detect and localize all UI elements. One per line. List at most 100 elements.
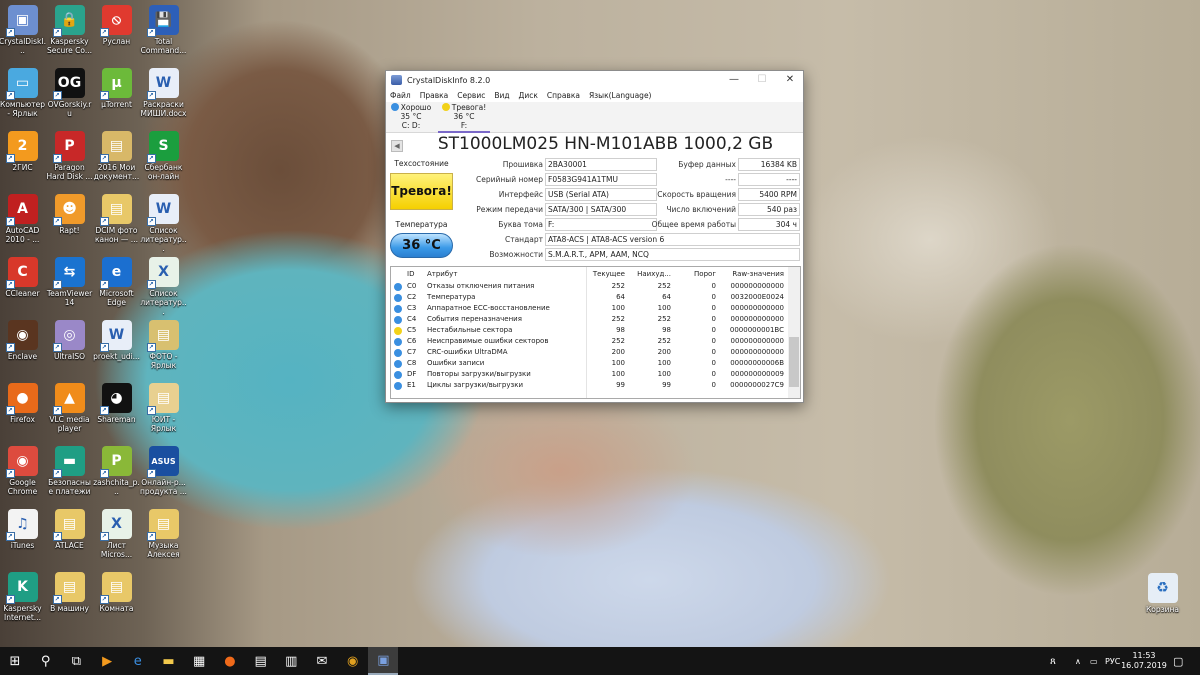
desktop-icon[interactable]: ▤ ↗ 2016 Мои документ... xyxy=(93,128,140,191)
desktop-icon[interactable]: 🔒 ↗ Kaspersky Secure Co... xyxy=(46,2,93,65)
table-row[interactable]: C8 Ошибки записи 100 100 0 00000000006B xyxy=(391,358,789,369)
desktop-icon[interactable]: ☻ ↗ Rapt! xyxy=(46,191,93,254)
desktop-icon[interactable]: ▣ ↗ CrystalDiskI... xyxy=(0,2,46,65)
menu-item[interactable]: Диск xyxy=(519,91,538,100)
desktop-icon[interactable]: K ↗ Kaspersky Internet... xyxy=(0,569,46,632)
menu-item[interactable]: Вид xyxy=(494,91,509,100)
menu-item[interactable]: Правка xyxy=(420,91,449,100)
table-row[interactable]: C5 Нестабильные сектора 98 98 0 0000000001BC xyxy=(391,325,789,336)
desktop-icon[interactable]: ◕ ↗ Shareman xyxy=(93,380,140,443)
scrollbar[interactable] xyxy=(788,267,800,398)
column-header[interactable]: Атрибут xyxy=(427,269,573,280)
desktop-icon[interactable]: µ ↗ µTorrent xyxy=(93,65,140,128)
taskbar-media-icon[interactable]: ▶ xyxy=(92,647,122,675)
desktop-icon[interactable]: e ↗ Microsoft Edge xyxy=(93,254,140,317)
temperature-badge: 36 °C xyxy=(390,233,453,258)
table-row[interactable]: C7 CRC-ошибки UltraDMA 200 200 0 000000000000 xyxy=(391,347,789,358)
column-header[interactable]: Порог xyxy=(675,269,716,280)
menu-item[interactable]: Справка xyxy=(547,91,580,100)
title-bar[interactable]: CrystalDiskInfo 8.2.0 — ☐ ✕ xyxy=(386,71,803,89)
desktop-icon[interactable]: 2 ↗ 2ГИС xyxy=(0,128,46,191)
desktop-icon[interactable]: ASUS ↗ Онлайн-р... продукта ... xyxy=(140,443,187,506)
table-row[interactable]: C6 Неисправимые ошибки секторов 252 252 0 000… xyxy=(391,336,789,347)
desktop-icon[interactable]: W ↗ Список литератур... xyxy=(140,191,187,254)
taskbar-mail-icon[interactable]: ✉ xyxy=(307,647,337,675)
desktop-icon[interactable]: X ↗ Список литератур... xyxy=(140,254,187,317)
desktop-icon[interactable]: OG ↗ OVGorskiy.ru xyxy=(46,65,93,128)
smart-attributes-table[interactable]: ID Атрибут Текущее Наихуд... Порог Raw-значен… xyxy=(390,266,801,399)
taskbar-explorer-icon[interactable]: ▬ xyxy=(154,647,184,675)
shortcut-arrow-icon: ↗ xyxy=(146,91,156,100)
desktop-icon[interactable]: ◎ ↗ UltraISO xyxy=(46,317,93,380)
desktop-icon[interactable]: P ↗ zashchita_p... xyxy=(93,443,140,506)
table-row[interactable]: C0 Отказы отключения питания 252 252 0 000000… xyxy=(391,281,789,292)
desktop-icon[interactable]: S ↗ Сбербанк он-лайн xyxy=(140,128,187,191)
desktop-icon[interactable]: A ↗ AutoCAD 2010 - ... xyxy=(0,191,46,254)
desktop-icon[interactable]: X ↗ Лист Micros... xyxy=(93,506,140,569)
desktop-icon[interactable]: ▬ ↗ Безопасные платежи xyxy=(46,443,93,506)
desktop-icon[interactable]: 💾 ↗ Total Command... xyxy=(140,2,187,65)
language-indicator[interactable]: РУС xyxy=(1105,647,1120,675)
table-cell: C3 xyxy=(407,304,417,312)
taskbar-start-icon[interactable]: ⊞ xyxy=(0,647,30,675)
desktop-icon[interactable]: ♫ ↗ iTunes xyxy=(0,506,46,569)
taskbar-chrome-icon[interactable]: ◉ xyxy=(338,647,368,675)
desktop-icon[interactable]: W ↗ Раскраски МИШИ.docx xyxy=(140,65,187,128)
maximize-button[interactable]: ☐ xyxy=(748,71,776,89)
clock[interactable]: 11:53 16.07.2019 xyxy=(1121,647,1167,675)
people-icon[interactable]: ጸ xyxy=(1050,647,1056,675)
table-cell: 000000000000 xyxy=(730,348,784,356)
taskbar-edge-icon[interactable]: e xyxy=(123,647,153,675)
column-header[interactable]: Текущее xyxy=(557,269,625,280)
column-header[interactable]: Raw-значения xyxy=(720,269,784,280)
network-icon[interactable]: ▭ xyxy=(1090,647,1098,675)
desktop-icon[interactable]: ▤ ↗ ФОТО - Ярлык xyxy=(140,317,187,380)
field-label: ---- xyxy=(725,175,736,184)
status-good-icon xyxy=(394,348,402,357)
notification-icon[interactable]: ▢ xyxy=(1173,647,1183,675)
desktop-icon[interactable]: ▤ ↗ Музыка Алексея xyxy=(140,506,187,569)
desktop-icon[interactable]: P ↗ Paragon Hard Disk ... xyxy=(46,128,93,191)
table-row[interactable]: E1 Циклы загрузки/выгрузки 99 99 0 0000000027… xyxy=(391,380,789,391)
table-row[interactable]: DF Повторы загрузки/выгрузки 100 100 0 000000… xyxy=(391,369,789,380)
chevron-up-icon[interactable]: ∧ xyxy=(1075,647,1081,675)
desktop-icon[interactable]: W ↗ proekt_udi... xyxy=(93,317,140,380)
desktop-icon-recycle-bin[interactable]: ♻ Корзина xyxy=(1139,570,1186,633)
desktop-icon[interactable]: ◉ ↗ Google Chrome xyxy=(0,443,46,506)
scrollbar-thumb[interactable] xyxy=(789,337,799,387)
taskbar-calculator-icon[interactable]: ▤ xyxy=(246,647,276,675)
taskbar-search-icon[interactable]: ⚲ xyxy=(31,647,61,675)
desktop-icon[interactable]: ▤ ↗ ЮИТ - Ярлык xyxy=(140,380,187,443)
desktop-icon[interactable]: ▭ ↗ Компьютер - Ярлык xyxy=(0,65,46,128)
minimize-button[interactable]: — xyxy=(720,71,748,89)
taskbar-scanner-icon[interactable]: ▥ xyxy=(276,647,306,675)
taskbar-store-icon[interactable]: ▦ xyxy=(184,647,214,675)
table-row[interactable]: C3 Аппаратное ECC-восстановление 100 100 0 00… xyxy=(391,303,789,314)
desktop-icon[interactable]: ▤ ↗ В машину xyxy=(46,569,93,632)
taskbar-task-view-icon[interactable]: ⧉ xyxy=(61,647,91,675)
desktop-icon[interactable]: ▲ ↗ VLC media player xyxy=(46,380,93,443)
table-cell: 0 xyxy=(711,370,716,378)
shortcut-arrow-icon: ↗ xyxy=(52,595,62,604)
menu-item[interactable]: Язык(Language) xyxy=(589,91,652,100)
desktop-icon[interactable]: ⇆ ↗ TeamViewer 14 xyxy=(46,254,93,317)
taskbar-crystaldiskinfo-icon[interactable]: ▣ xyxy=(368,647,399,675)
icon-label: 2016 Мои документ... xyxy=(93,163,140,181)
taskbar-firefox-icon[interactable]: ● xyxy=(215,647,245,675)
column-header[interactable]: Наихуд... xyxy=(631,269,671,280)
drive-tab-f[interactable]: Тревога! 36 °C F: xyxy=(438,103,490,133)
table-row[interactable]: C2 Температура 64 64 0 0032000E0024 xyxy=(391,292,789,303)
desktop-icon[interactable]: ▤ ↗ Комната xyxy=(93,569,140,632)
desktop-icon[interactable]: ● ↗ Firefox xyxy=(0,380,46,443)
menu-item[interactable]: Файл xyxy=(390,91,411,100)
desktop-icon[interactable]: ◉ ↗ Enclave xyxy=(0,317,46,380)
drive-tab-cd[interactable]: Хорошо 35 °C C: D: xyxy=(386,103,436,130)
table-row[interactable]: C4 События переназначения 252 252 0 000000000… xyxy=(391,314,789,325)
desktop-icon[interactable]: ▤ ↗ DCIM фото канон — ... xyxy=(93,191,140,254)
column-header[interactable]: ID xyxy=(407,269,423,280)
desktop-icon[interactable]: ⦸ ↗ Руслан xyxy=(93,2,140,65)
close-button[interactable]: ✕ xyxy=(776,71,804,89)
menu-item[interactable]: Сервис xyxy=(457,91,485,100)
desktop-icon[interactable]: ▤ ↗ ATLACE xyxy=(46,506,93,569)
desktop-icon[interactable]: C ↗ CCleaner xyxy=(0,254,46,317)
